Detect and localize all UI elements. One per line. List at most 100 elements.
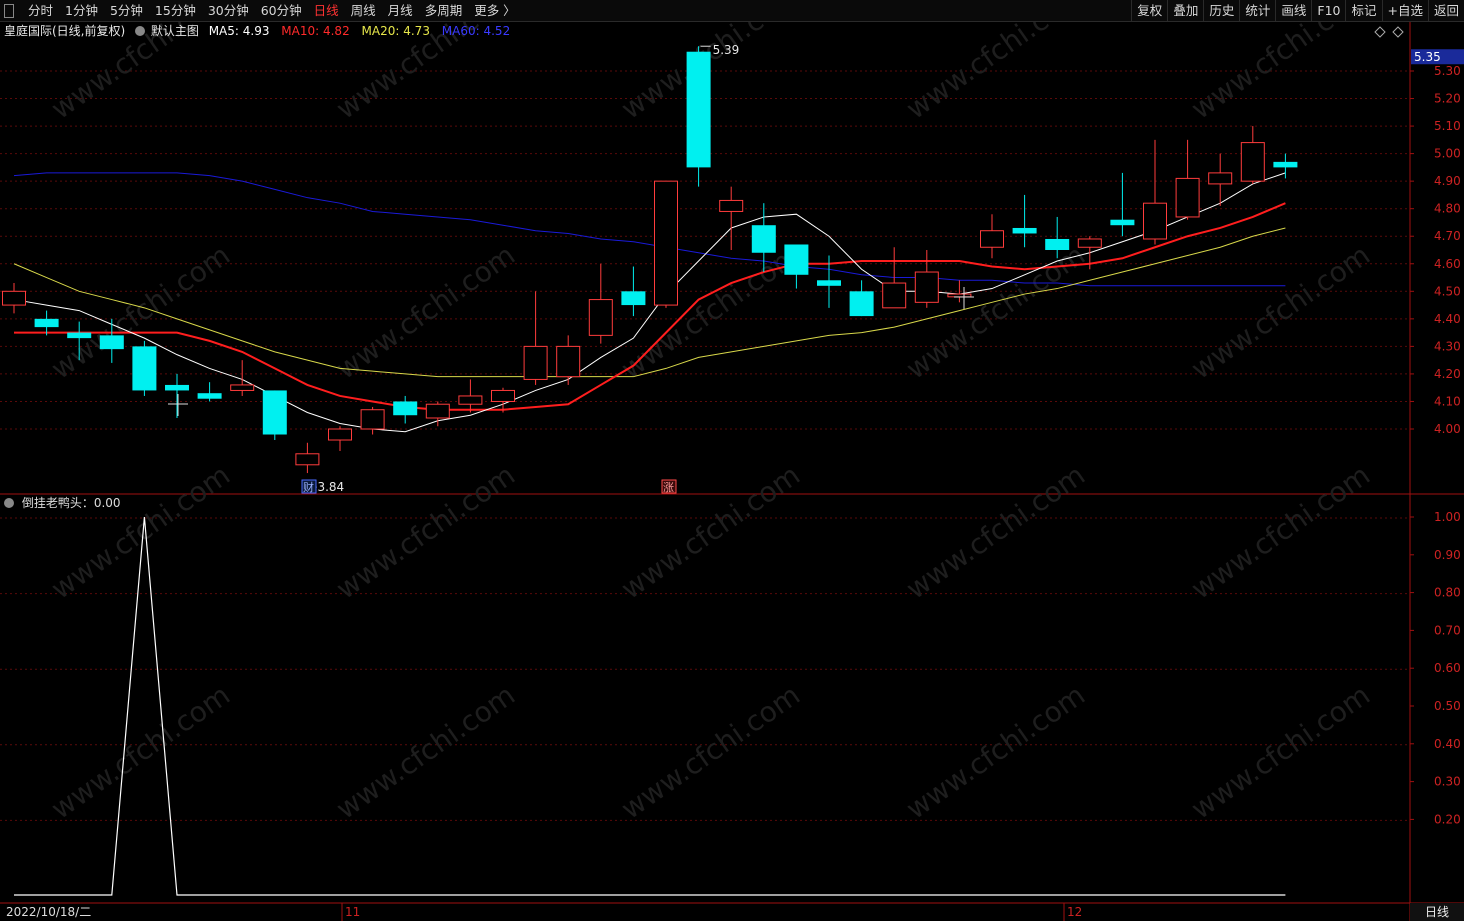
high-price-label: 5.39 <box>713 43 740 57</box>
price-tick-label: 5.30 <box>1434 64 1461 78</box>
price-tick-label: 5.20 <box>1434 92 1461 106</box>
toolbar-button-7[interactable]: +自选 <box>1381 0 1428 22</box>
price-tick-label: 4.80 <box>1434 202 1461 216</box>
candle-body <box>914 271 939 303</box>
candle <box>1012 194 1037 248</box>
indicator-title[interactable]: 倒挂老鸭头：0.00 <box>22 496 121 510</box>
candle-body <box>686 51 711 168</box>
toolbar-button-6[interactable]: 标记 <box>1345 0 1381 22</box>
price-tick-label: 4.90 <box>1434 174 1461 188</box>
candle-body <box>2 290 26 306</box>
period-tab-9[interactable]: 多周期 <box>419 0 469 22</box>
watermark: www.cfchi.com <box>615 458 806 605</box>
candle-body <box>1110 219 1135 226</box>
event-label-zhang: 涨 <box>663 481 674 494</box>
toolbar-button-0[interactable]: 复权 <box>1131 0 1167 22</box>
candle-body <box>262 390 287 435</box>
stock-chart[interactable]: 5.30 5.20 5.10 5.00 4.90 4.80 4.70 4.60 4.50 4.40… <box>0 0 1464 921</box>
candle-body <box>360 409 385 430</box>
candle <box>654 180 678 308</box>
candle-body <box>165 384 189 391</box>
candle-body <box>621 291 646 306</box>
toolbar: 分时 1分钟 5分钟 15分钟 30分钟 60分钟 日线 周线 月线 多周期 更多 〉 复权 叠加 历史… <box>0 0 1464 22</box>
watermark: www.cfchi.com <box>615 238 806 385</box>
sub-tick-label: 0.60 <box>1434 661 1461 675</box>
period-tab-8[interactable]: 月线 <box>382 0 419 22</box>
event-label-cai: 财 <box>303 480 314 494</box>
stock-title[interactable]: 皇庭国际(日线,前复权) <box>4 24 125 38</box>
candle <box>425 401 450 427</box>
sub-tick-label: 0.50 <box>1434 699 1461 713</box>
watermark: www.cfchi.com <box>330 238 521 385</box>
candle <box>458 379 483 413</box>
sub-tick-label: 0.70 <box>1434 623 1461 637</box>
ma10-value: MA10: 4.82 <box>281 24 350 38</box>
period-tab-2[interactable]: 5分钟 <box>104 0 149 22</box>
candle-body <box>1175 177 1200 218</box>
candle-body <box>34 318 59 328</box>
candle-body <box>491 389 515 402</box>
candle-body <box>1208 172 1233 185</box>
candle <box>197 382 222 402</box>
candle <box>1110 172 1135 237</box>
period-badge[interactable]: 日线 <box>1410 903 1464 921</box>
candle-body <box>67 332 92 339</box>
sub-tick-label: 0.30 <box>1434 775 1461 789</box>
sub-tick-label: 0.90 <box>1434 548 1461 562</box>
period-tab-0[interactable]: 分时 <box>22 0 59 22</box>
template-dropdown-icon[interactable] <box>135 25 146 36</box>
watermark: www.cfchi.com <box>615 678 806 825</box>
candle <box>914 250 939 308</box>
ma20-value: MA20: 4.73 <box>361 24 430 38</box>
indicator-dropdown-icon[interactable] <box>4 497 14 508</box>
toolbar-button-2[interactable]: 历史 <box>1203 0 1239 22</box>
right-toolbar: 复权 叠加 历史 统计 画线 F10 标记 +自选 返回 <box>1131 0 1464 22</box>
period-tab-3[interactable]: 15分钟 <box>149 0 202 22</box>
candle-body <box>947 293 972 298</box>
period-tab-10[interactable]: 更多 〉 <box>468 0 521 22</box>
main-chart-info-bar: 皇庭国际(日线,前复权) 默认主图 MA5: 4.93 MA10: 4.82 M… <box>0 22 512 40</box>
price-tick-label: 4.60 <box>1434 257 1461 271</box>
toolbar-button-8[interactable]: 返回 <box>1427 0 1464 22</box>
month-label-11: 11 <box>345 905 360 919</box>
watermark: www.cfchi.com <box>1185 238 1376 385</box>
period-tab-6[interactable]: 日线 <box>308 0 345 22</box>
candle <box>262 390 287 441</box>
template-label[interactable]: 默认主图 <box>151 24 199 38</box>
candle <box>784 244 809 289</box>
sidebar-toggle-icon[interactable] <box>4 4 14 18</box>
price-tick-label: 5.10 <box>1434 119 1461 133</box>
candle-body <box>980 230 1004 248</box>
toolbar-button-4[interactable]: 画线 <box>1275 0 1311 22</box>
ma5-value: MA5: 4.93 <box>208 24 270 38</box>
price-tick-label: 4.20 <box>1434 367 1461 381</box>
candle-body <box>425 403 450 419</box>
ma5-line <box>13 172 1286 433</box>
start-date-label: 2022/10/18/二 <box>6 905 92 919</box>
candle-body <box>556 345 581 378</box>
ma60-value: MA60: 4.52 <box>441 24 511 38</box>
candle-body <box>523 345 548 380</box>
toolbar-button-1[interactable]: 叠加 <box>1167 0 1203 22</box>
period-tab-4[interactable]: 30分钟 <box>202 0 255 22</box>
candle <box>295 442 320 474</box>
ma10-line <box>14 202 1286 411</box>
toolbar-button-3[interactable]: 统计 <box>1239 0 1275 22</box>
period-tab-1[interactable]: 1分钟 <box>59 0 104 22</box>
candle <box>588 263 613 344</box>
price-tick-label: 4.70 <box>1434 229 1461 243</box>
candle-body <box>1240 142 1265 182</box>
price-tick-label: 4.30 <box>1434 339 1461 353</box>
diamond-icon <box>1392 26 1404 38</box>
indicator-info-bar: 倒挂老鸭头：0.00 <box>0 494 121 512</box>
candle-body <box>719 199 744 212</box>
candle-body <box>328 428 352 441</box>
period-tab-5[interactable]: 60分钟 <box>255 0 308 22</box>
toolbar-button-5[interactable]: F10 <box>1311 0 1345 22</box>
watermark: www.cfchi.com <box>900 678 1091 825</box>
sub-tick-label: 0.40 <box>1434 737 1461 751</box>
candle-body <box>1077 238 1102 248</box>
period-tab-7[interactable]: 周线 <box>345 0 382 22</box>
candle-body <box>588 299 613 336</box>
diamond-icon <box>1374 26 1386 38</box>
